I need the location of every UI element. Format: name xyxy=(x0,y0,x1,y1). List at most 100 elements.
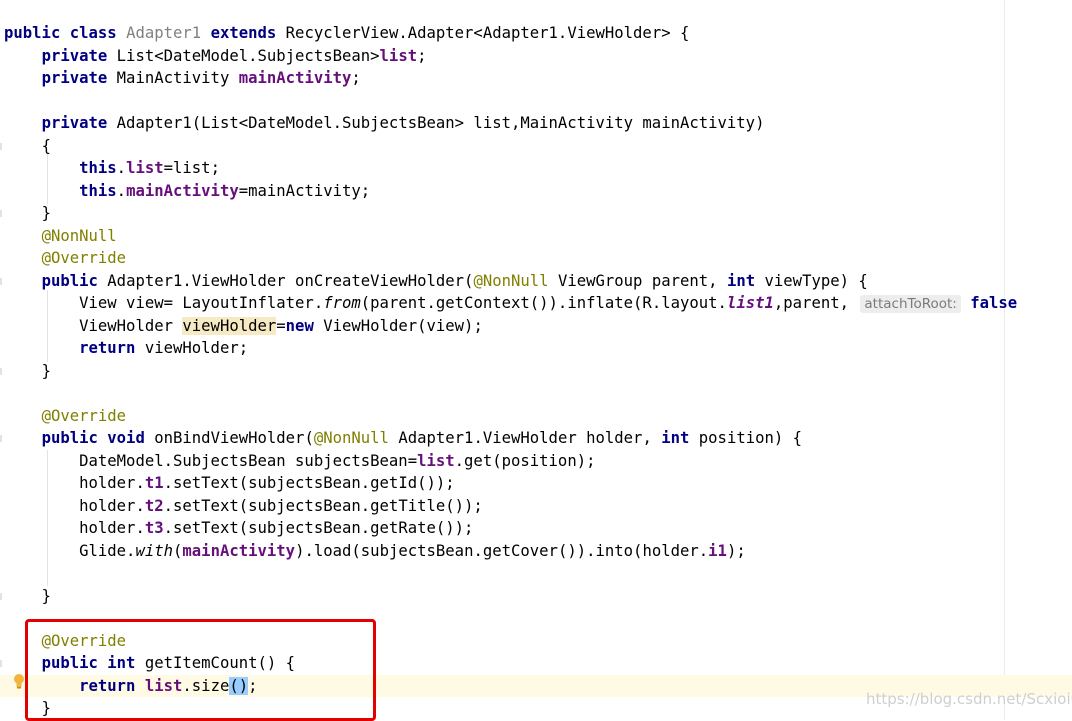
code-line-7[interactable]: this.list=list; xyxy=(4,157,220,179)
code-line-11[interactable]: @Override xyxy=(4,247,127,269)
token-text: . xyxy=(116,182,127,200)
token-text: .setText(subjectsBean.getRate()); xyxy=(163,519,474,537)
token-text: ; xyxy=(417,47,427,65)
token-field: t3 xyxy=(144,519,164,537)
code-line-15[interactable]: return viewHolder; xyxy=(4,337,248,359)
token-text: ViewGroup parent, xyxy=(557,272,718,290)
token-field: mainActivity xyxy=(182,542,296,560)
token-brace: } xyxy=(41,587,51,605)
fold-marker[interactable] xyxy=(0,593,2,600)
token-class-name: Adapter1 xyxy=(126,24,202,42)
token-static-method: with xyxy=(135,542,174,560)
token-field: mainActivity xyxy=(126,182,239,200)
code-line-21[interactable]: holder.t1.setText(subjectsBean.getId()); xyxy=(4,472,455,494)
token-text: ).load(subjectsBean.getCover()).into(hol… xyxy=(295,542,709,560)
code-line-22[interactable]: holder.t2.setText(subjectsBean.getTitle(… xyxy=(4,495,483,517)
code-line-5[interactable]: private Adapter1(List<DateModel.Subjects… xyxy=(4,112,765,134)
token-annotation: @NonNull xyxy=(313,429,389,447)
token-text: ,parent, xyxy=(773,294,849,312)
fold-marker[interactable] xyxy=(0,143,2,150)
token-text: .get(position); xyxy=(454,452,596,470)
token-text: viewHolder; xyxy=(144,339,249,357)
token-text: DateModel.SubjectsBean subjectsBean= xyxy=(79,452,418,470)
token-text: MainActivity xyxy=(116,69,230,87)
code-line-6[interactable]: { xyxy=(4,135,51,157)
fold-marker[interactable] xyxy=(0,660,2,667)
token-text: ; xyxy=(351,69,361,87)
token-highlighted-variable: viewHolder xyxy=(182,317,277,335)
token-text: List<DateModel.SubjectsBean> xyxy=(116,47,380,65)
token-text: viewType) { xyxy=(764,272,868,290)
token-text: Glide. xyxy=(79,542,136,560)
code-editor[interactable]: public class Adapter1 extends RecyclerVi… xyxy=(0,0,1072,721)
token-brace: { xyxy=(41,137,51,155)
token-text: (parent.getContext()).inflate(R.layout. xyxy=(360,294,727,312)
token-field: i1 xyxy=(708,542,727,560)
code-line-2[interactable]: private List<DateModel.SubjectsBean>list… xyxy=(4,45,427,67)
code-line-16[interactable]: } xyxy=(4,360,51,382)
code-line-14[interactable]: ViewHolder viewHolder=new ViewHolder(vie… xyxy=(4,315,483,337)
token-keyword: private xyxy=(41,69,108,87)
token-annotation: @NonNull xyxy=(473,272,549,290)
token-text: ); xyxy=(726,542,746,560)
code-line-24[interactable]: Glide.with(mainActivity).load(subjectsBe… xyxy=(4,540,746,562)
token-text: =mainActivity; xyxy=(238,182,371,200)
token-keyword: int xyxy=(661,429,690,447)
lightbulb-icon[interactable] xyxy=(13,673,25,689)
token-text: ViewHolder(view); xyxy=(323,317,483,335)
token-static-method: from xyxy=(323,294,361,312)
code-line-18[interactable]: @Override xyxy=(4,405,127,427)
token-keyword: public xyxy=(41,272,98,290)
token-text: . xyxy=(116,159,127,177)
token-text: .setText(subjectsBean.getId()); xyxy=(163,474,455,492)
token-field: list xyxy=(126,159,164,177)
token-text: View view= LayoutInflater. xyxy=(79,294,324,312)
code-line-10[interactable]: @NonNull xyxy=(4,225,117,247)
token-annotation: @NonNull xyxy=(41,227,117,245)
token-text: holder. xyxy=(79,519,145,537)
token-keyword: public class xyxy=(4,24,117,42)
token-text: holder. xyxy=(79,497,145,515)
code-line-9[interactable]: } xyxy=(4,202,51,224)
code-line-23[interactable]: holder.t3.setText(subjectsBean.getRate()… xyxy=(4,517,473,539)
token-text: ViewHolder xyxy=(79,317,173,335)
token-field: mainActivity xyxy=(238,69,352,87)
token-keyword: this xyxy=(79,182,117,200)
token-brace: } xyxy=(41,204,51,222)
token-text: ( xyxy=(173,542,183,560)
token-field: list xyxy=(417,452,455,470)
token-field: t2 xyxy=(144,497,164,515)
token-text: Adapter1(List<DateModel.SubjectsBean> li… xyxy=(116,114,765,132)
token-keyword: this xyxy=(79,159,117,177)
token-keyword: public void xyxy=(41,429,145,447)
code-line-1[interactable]: public class Adapter1 extends RecyclerVi… xyxy=(4,22,689,44)
right-margin-guide xyxy=(1004,0,1005,720)
code-line-8[interactable]: this.mainActivity=mainActivity; xyxy=(4,180,370,202)
token-keyword: private xyxy=(41,114,108,132)
fold-marker[interactable] xyxy=(0,278,2,285)
code-line-20[interactable]: DateModel.SubjectsBean subjectsBean=list… xyxy=(4,450,595,472)
watermark: https://blog.csdn.net/Scxioi0 xyxy=(866,690,1072,708)
token-keyword: return xyxy=(79,339,136,357)
fold-marker[interactable] xyxy=(0,435,2,442)
token-static-field: list1 xyxy=(726,294,774,312)
token-annotation: @Override xyxy=(41,407,127,425)
token-field: list xyxy=(379,47,418,65)
code-line-3[interactable]: private MainActivity mainActivity; xyxy=(4,67,361,89)
fold-marker[interactable] xyxy=(0,368,2,375)
token-brace: } xyxy=(41,362,51,380)
token-text: =list; xyxy=(163,159,220,177)
code-line-26[interactable]: } xyxy=(4,585,51,607)
token-keyword: private xyxy=(41,47,108,65)
token-keyword: false xyxy=(970,294,1018,312)
token-field: t1 xyxy=(144,474,164,492)
token-keyword: extends xyxy=(210,24,277,42)
token-keyword: new xyxy=(285,317,314,335)
token-text: holder. xyxy=(79,474,145,492)
code-line-19[interactable]: public void onBindViewHolder(@NonNull Ad… xyxy=(4,427,803,449)
token-text: onBindViewHolder( xyxy=(154,429,314,447)
code-line-12[interactable]: public Adapter1.ViewHolder onCreateViewH… xyxy=(4,270,868,292)
fold-marker[interactable] xyxy=(0,210,2,217)
parameter-hint: attachToRoot: xyxy=(860,295,961,313)
code-line-13[interactable]: View view= LayoutInflater.from(parent.ge… xyxy=(4,292,1017,314)
